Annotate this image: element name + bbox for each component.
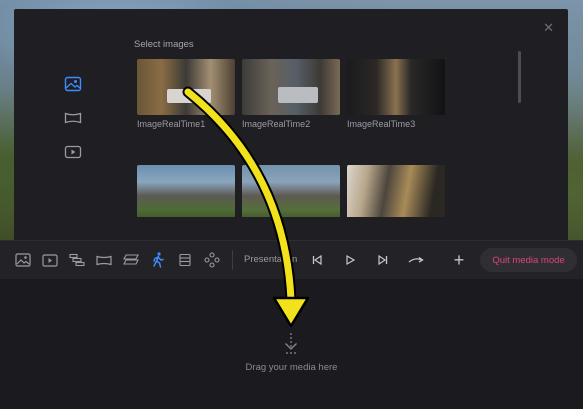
play-icon xyxy=(346,254,356,266)
thumbnail-label: ImageRealTime3 xyxy=(347,119,416,129)
tool-nodes[interactable] xyxy=(203,251,221,269)
list-icon xyxy=(179,253,191,267)
image-picker-modal: ✕ Select images ImageRealTime1 ImageReal… xyxy=(14,9,568,241)
panorama-icon xyxy=(96,255,112,265)
image-thumbnail[interactable] xyxy=(242,59,340,115)
tab-videos[interactable] xyxy=(64,143,82,161)
image-icon xyxy=(15,253,31,267)
add-button[interactable]: + xyxy=(450,251,468,269)
layers-icon xyxy=(123,254,139,265)
close-icon[interactable]: ✕ xyxy=(543,21,554,35)
tab-images[interactable] xyxy=(64,75,82,93)
media-toolbar: Presentation + Quit media mode xyxy=(0,240,583,280)
video-icon xyxy=(64,145,82,159)
drop-hint-text: Drag your media here xyxy=(245,362,338,373)
thumbnail-label: ImageRealTime1 xyxy=(137,119,206,129)
plus-icon: + xyxy=(453,250,465,270)
skip-back-button[interactable] xyxy=(308,251,326,269)
tool-timeline[interactable] xyxy=(68,251,86,269)
video-icon xyxy=(42,253,58,267)
tool-panorama[interactable] xyxy=(95,251,113,269)
image-thumbnail[interactable] xyxy=(347,165,445,217)
transition-icon xyxy=(408,256,424,263)
tool-walk[interactable] xyxy=(149,251,167,269)
skip-back-icon xyxy=(312,254,322,266)
thumbnail-label: ImageRealTime2 xyxy=(242,119,311,129)
image-icon xyxy=(64,76,82,92)
quit-media-mode-button[interactable]: Quit media mode xyxy=(480,248,577,272)
image-thumbnail[interactable] xyxy=(242,165,340,217)
nodes-icon xyxy=(204,252,220,268)
presentation-label: Presentation xyxy=(244,254,298,265)
toolbar-divider xyxy=(232,250,233,270)
play-button[interactable] xyxy=(341,251,359,269)
image-thumbnail[interactable] xyxy=(347,59,445,115)
image-grid: ImageRealTime1 ImageRealTime2 ImageRealT… xyxy=(137,59,455,217)
walk-person-icon xyxy=(153,252,164,268)
media-dropzone[interactable]: Drag your media here xyxy=(0,279,583,409)
tool-image[interactable] xyxy=(14,251,32,269)
grid-scrollbar[interactable] xyxy=(518,51,521,103)
tab-panoramas[interactable] xyxy=(64,109,82,127)
timeline-icon xyxy=(69,253,85,267)
tool-layers[interactable] xyxy=(122,251,140,269)
transition-button[interactable] xyxy=(407,251,425,269)
skip-forward-button[interactable] xyxy=(374,251,392,269)
media-type-tabs xyxy=(64,75,82,161)
image-thumbnail[interactable] xyxy=(137,59,235,115)
section-title: Select images xyxy=(134,39,194,50)
drop-arrow-icon xyxy=(285,333,297,354)
image-thumbnail[interactable] xyxy=(137,165,235,217)
skip-forward-icon xyxy=(378,254,388,266)
tool-list[interactable] xyxy=(176,251,194,269)
tool-video[interactable] xyxy=(41,251,59,269)
panorama-icon xyxy=(64,112,82,124)
